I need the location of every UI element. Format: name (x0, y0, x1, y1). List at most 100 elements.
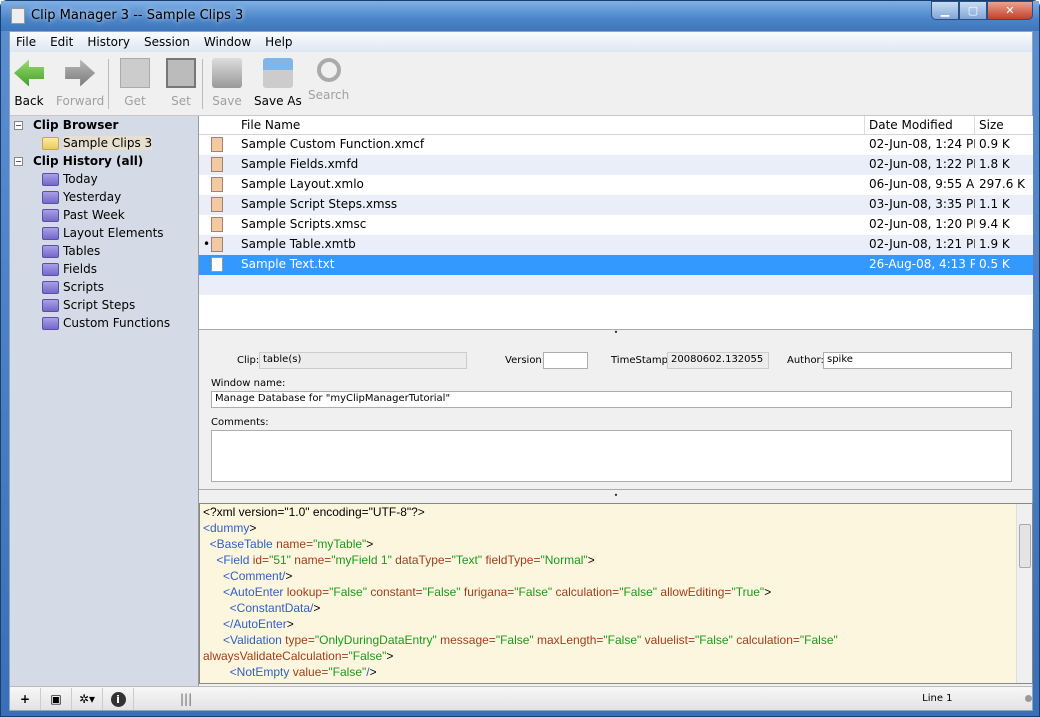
menu-file[interactable]: File (16, 35, 36, 49)
xml-token: fieldType= (485, 553, 541, 567)
toolbar-label: Search (308, 88, 350, 102)
sidebar-item-fields[interactable]: Fields (10, 260, 198, 278)
smart-folder-icon (42, 316, 59, 330)
xml-token: <dummy (203, 521, 250, 535)
app-icon (11, 8, 25, 24)
xml-token: <ConstantData/ (229, 601, 314, 615)
xml-line: <Field id="51" name="myField 1" dataType… (200, 552, 1032, 568)
close-button[interactable]: ✕ (987, 1, 1033, 20)
clip-details: Clip: table(s) Version: TimeStamp: 20080… (199, 338, 1033, 490)
gear-menu-button[interactable]: ✲▾ (72, 687, 103, 710)
file-row[interactable]: Sample Custom Function.xmcf 02-Jun-08, 1:… (199, 135, 1033, 155)
app-window: Clip Manager 3 -- Sample Clips 3 ▁ ▢ ✕ F… (0, 0, 1040, 717)
xml-line: <dummy> (200, 520, 1032, 536)
save-as-button[interactable]: Save As (254, 56, 302, 108)
set-button[interactable]: Set (166, 56, 196, 108)
window-name-field[interactable]: Manage Database for "myClipManagerTutori… (211, 391, 1012, 408)
file-row[interactable]: Sample Scripts.xmsc 02-Jun-08, 1:20 PM 9.4… (199, 215, 1033, 235)
file-row[interactable]: Sample Script Steps.xmss 03-Jun-08, 3:35 … (199, 195, 1033, 215)
toolbar: Back Forward Get Set Save Save As Search (10, 53, 1032, 116)
sidebar-item-past-week[interactable]: Past Week (10, 206, 198, 224)
file-date: 02-Jun-08, 1:24 PM (869, 137, 975, 151)
clip-label: Clip: (237, 355, 260, 366)
sidebar-item-scripts[interactable]: Scripts (10, 278, 198, 296)
xml-token: name= (276, 537, 314, 551)
sidebar-item-label: Script Steps (63, 298, 136, 312)
menu-session[interactable]: Session (144, 35, 190, 49)
menu-history[interactable]: History (87, 35, 130, 49)
maximize-button[interactable]: ▢ (959, 1, 987, 20)
resize-grip[interactable]: ||| (180, 692, 192, 706)
xml-token: alwaysValidateCalculation= (203, 649, 349, 663)
column-date-modified[interactable]: Date Modified (865, 116, 975, 134)
xml-line: <AutoEnter lookup="False" constant="Fals… (200, 584, 1032, 600)
xml-token: furigana= (463, 585, 515, 599)
author-field[interactable]: spike (823, 352, 1012, 369)
sidebar-item-layout-elements[interactable]: Layout Elements (10, 224, 198, 242)
sidebar-item-label: Past Week (63, 208, 125, 222)
smart-folder-icon (42, 262, 59, 276)
file-size: 9.4 K (979, 217, 1010, 231)
column-size[interactable]: Size (975, 116, 1033, 134)
file-name: Sample Layout.xmlo (241, 177, 364, 191)
back-button[interactable]: Back (14, 56, 44, 108)
xml-token: "OnlyDuringDataEntry" (314, 633, 441, 647)
save-icon (212, 58, 242, 88)
xml-token: <?xml version="1.0" encoding="UTF-8"?> (203, 505, 425, 519)
xml-token: "False" (514, 585, 556, 599)
add-button[interactable]: + (10, 687, 41, 710)
file-row[interactable]: • Sample Table.xmtb 02-Jun-08, 1:21 PM 1.9 … (199, 235, 1033, 255)
image-view-button[interactable]: ▣ (41, 687, 72, 710)
sidebar-item-sample-clips[interactable]: Sample Clips 3 (10, 134, 198, 152)
smart-folder-icon (42, 226, 59, 240)
vertical-scrollbar[interactable] (1016, 504, 1032, 683)
collapse-icon[interactable]: − (14, 120, 23, 130)
back-arrow-icon (14, 59, 44, 87)
file-icon (211, 237, 223, 252)
file-row[interactable]: Sample Fields.xmfd 02-Jun-08, 1:22 PM 1.8 … (199, 155, 1033, 175)
version-field[interactable] (543, 352, 588, 369)
menu-window[interactable]: Window (204, 35, 251, 49)
xml-token: <Comment/ (223, 569, 286, 583)
minimize-button[interactable]: ▁ (931, 1, 959, 20)
sidebar-item-today[interactable]: Today (10, 170, 198, 188)
file-name: Sample Table.xmtb (241, 237, 356, 251)
save-button[interactable]: Save (212, 56, 242, 108)
sidebar-item-yesterday[interactable]: Yesterday (10, 188, 198, 206)
info-icon: i (110, 691, 126, 707)
file-name: Sample Text.txt (241, 257, 335, 271)
file-row[interactable]: Sample Text.txt 26-Aug-08, 4:13 PM 0.5 K (199, 255, 1033, 275)
forward-button[interactable]: Forward (56, 56, 104, 108)
file-size: 1.9 K (979, 237, 1010, 251)
sidebar-item-tables[interactable]: Tables (10, 242, 198, 260)
splitter-handle[interactable]: • (199, 492, 1033, 501)
splitter-handle[interactable]: • (199, 329, 1033, 338)
column-file-name[interactable]: File Name (237, 116, 865, 134)
smart-folder-icon (42, 298, 59, 312)
window-title: Clip Manager 3 -- Sample Clips 3 (31, 8, 244, 23)
sidebar-item-script-steps[interactable]: Script Steps (10, 296, 198, 314)
scrollbar-thumb[interactable] (1019, 524, 1031, 568)
info-button[interactable]: i (103, 687, 134, 710)
file-date: 02-Jun-08, 1:20 PM (869, 217, 975, 231)
menu-edit[interactable]: Edit (50, 35, 73, 49)
sidebar-item-custom-functions[interactable]: Custom Functions (10, 314, 198, 332)
collapse-icon[interactable]: − (14, 156, 23, 166)
get-button[interactable]: Get (120, 56, 150, 108)
sidebar-item-label: Fields (63, 262, 97, 276)
xml-token: <AutoEnter (223, 585, 287, 599)
clip-history-header[interactable]: − Clip History (all) (10, 152, 198, 170)
xml-line: <NotEmpty value="False"/> (200, 664, 1032, 680)
xml-token: dataType= (395, 553, 452, 567)
xml-editor[interactable]: <?xml version="1.0" encoding="UTF-8"?> <d… (199, 503, 1033, 684)
search-button[interactable]: Search (308, 56, 349, 102)
toolbar-label: Save As (254, 94, 302, 108)
xml-token: <BaseTable (209, 537, 277, 551)
file-name: Sample Fields.xmfd (241, 157, 359, 171)
xml-line: alwaysValidateCalculation="False"> (200, 648, 1032, 664)
file-row[interactable]: Sample Layout.xmlo 06-Jun-08, 9:55 AM 297.… (199, 175, 1033, 195)
clip-browser-header[interactable]: − Clip Browser (10, 116, 198, 134)
menu-help[interactable]: Help (265, 35, 292, 49)
xml-token (203, 601, 230, 615)
comments-field[interactable] (211, 430, 1012, 482)
